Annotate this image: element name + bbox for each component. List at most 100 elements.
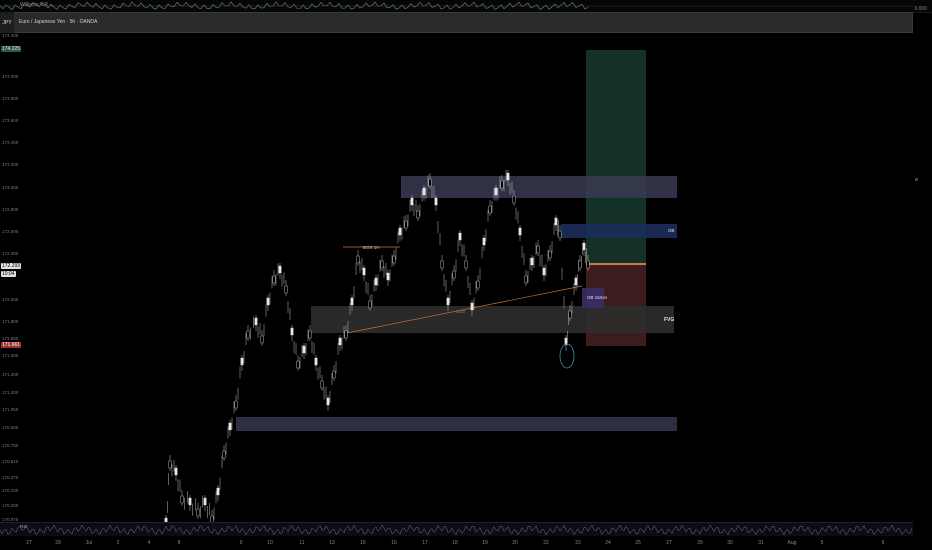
candle-body (338, 337, 342, 346)
price-tick-label: 173.600 (2, 118, 19, 123)
ob-zone[interactable] (561, 224, 677, 238)
candle-body (470, 302, 474, 311)
oscillator-label: Williams %R ... (20, 2, 54, 8)
candle-body (392, 255, 396, 264)
time-tick-label: 16 (391, 540, 397, 546)
price-tick-label: 173.800 (2, 96, 19, 101)
oscillator-line (0, 1, 913, 11)
candle-body (434, 197, 438, 206)
candle-body (536, 245, 540, 254)
candle-body (422, 187, 426, 196)
rsi-panel (0, 522, 913, 537)
candle-body (216, 487, 220, 496)
price-tick-label: 170.330 (2, 488, 19, 493)
liquidity-sweep-marker[interactable] (559, 343, 575, 369)
symbol-label[interactable]: JPY (0, 12, 14, 33)
candle-body (558, 230, 562, 239)
entry-line[interactable] (586, 263, 646, 265)
candle-body (254, 317, 258, 326)
price-tick-label: 170.200 (2, 503, 19, 508)
time-tick-label: 17 (422, 540, 428, 546)
fvg-zone[interactable] (311, 306, 674, 333)
candle-body (446, 297, 450, 306)
time-tick-label: 30 (727, 540, 733, 546)
time-tick-label: Aug (787, 540, 797, 546)
candle-body (278, 265, 282, 274)
price-tick-label: 170.750 (2, 443, 19, 448)
candle-body (494, 187, 498, 196)
time-tick-label: 5 (820, 540, 824, 546)
candle-body (196, 508, 200, 517)
candle-body (458, 232, 462, 241)
candle-body (260, 335, 264, 344)
time-tick-label: 8 (177, 540, 181, 546)
candlesticks (164, 169, 590, 523)
price-tick-label: 170.610 (2, 459, 19, 464)
candle-body (386, 272, 390, 281)
candle-body (374, 277, 378, 286)
candle-body (344, 330, 348, 339)
price-tick-label: 171.650 (2, 336, 19, 341)
candle-body (398, 227, 402, 236)
price-tick-label: 170.900 (2, 425, 19, 430)
candle-body (168, 460, 172, 469)
candle-body (440, 260, 444, 269)
fvg-label: FVG (664, 317, 674, 323)
supply-zone[interactable] (401, 176, 677, 198)
candle-body (188, 497, 192, 506)
rsi-line (0, 524, 913, 536)
time-tick-label: 27 (666, 540, 672, 546)
candle-body (482, 237, 486, 246)
candle-body (542, 267, 546, 276)
candle-body (314, 357, 318, 366)
candle-body (586, 260, 590, 269)
candle-body (530, 257, 534, 266)
settings-dot-icon[interactable] (915, 178, 918, 181)
candle-body (350, 297, 354, 306)
candle-body (464, 260, 468, 269)
time-tick-label: 29 (697, 540, 703, 546)
candle-body (488, 205, 492, 214)
time-tick-label: 27 (26, 540, 32, 546)
time-tick-label: 2 (116, 540, 120, 546)
time-tick-label: 24 (605, 540, 611, 546)
candle-body (174, 467, 178, 476)
rsi-label: RSI (20, 524, 28, 529)
bos-label: BOS 1H (363, 245, 380, 250)
time-tick-label: 13 (329, 540, 335, 546)
price-tick-label: 172.800 (2, 207, 19, 212)
ob-15min-label: OB 15min (587, 295, 608, 300)
price-tick-label: 171.800 (2, 319, 19, 324)
candle-body (452, 270, 456, 279)
candle-body (506, 172, 510, 181)
time-tick-label: 20 (512, 540, 518, 546)
demand-zone[interactable] (236, 417, 677, 431)
candle-body (272, 275, 276, 284)
time-tick-label: 6 (881, 540, 885, 546)
candle-body (518, 227, 522, 236)
instrument-header[interactable] (0, 12, 913, 33)
candle-body (222, 450, 226, 459)
candle-body (404, 220, 408, 229)
time-tick-label: 22 (543, 540, 549, 546)
price-badge-target: 174.225 (1, 46, 22, 52)
price-tick-label: 170.470 (2, 475, 19, 480)
candle-body (284, 285, 288, 294)
candle-body (246, 330, 250, 339)
candle-body (476, 280, 480, 289)
time-tick-label: 31 (758, 540, 764, 546)
price-badge-stop: 171.661 (1, 342, 22, 348)
price-tick-label: 172.600 (2, 229, 19, 234)
price-chart[interactable]: BOS 1H SSS OB OB 15min FVG (0, 33, 913, 523)
candle-body (410, 197, 414, 206)
candle-body (574, 277, 578, 286)
price-tick-label: 171.050 (2, 407, 19, 412)
candle-body (296, 360, 300, 369)
price-tick-label: 174.400 (2, 33, 19, 38)
price-tick-label: 173.400 (2, 140, 19, 145)
price-axis[interactable]: 174.400 174.000 173.800 173.600 173.400 173.2… (0, 33, 22, 523)
price-tick-label: 173.200 (2, 162, 19, 167)
candle-body (380, 260, 384, 269)
candle-body (524, 275, 528, 284)
time-tick-label: 4 (147, 540, 151, 546)
